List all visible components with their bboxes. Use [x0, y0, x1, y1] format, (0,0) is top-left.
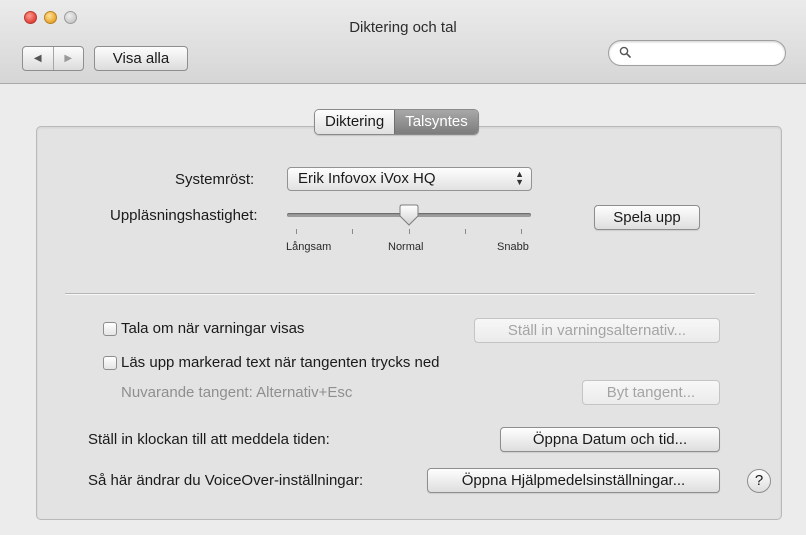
speaking-rate-label: Uppläsningshastighet:	[110, 207, 258, 224]
help-button[interactable]: ?	[747, 469, 771, 493]
system-voice-label: Systemröst:	[175, 171, 255, 188]
announce-alerts-checkbox[interactable]	[103, 322, 117, 336]
slider-tick	[409, 229, 410, 234]
voiceover-label: Så här ändrar du VoiceOver-inställningar…	[88, 472, 364, 489]
change-key-button[interactable]: Byt tangent...	[582, 380, 720, 405]
back-forward-control: ◀ ▶	[22, 46, 84, 71]
alert-options-button[interactable]: Ställ in varningsalternativ...	[474, 318, 720, 343]
open-accessibility-button[interactable]: Öppna Hjälpmedelsinställningar...	[427, 468, 720, 493]
search-icon	[619, 46, 631, 58]
search-field[interactable]	[608, 40, 786, 66]
play-button[interactable]: Spela upp	[594, 205, 700, 230]
forward-arrow-icon: ▶	[64, 53, 73, 64]
slider-tick	[352, 229, 353, 234]
system-voice-value: Erik Infovox iVox HQ	[298, 170, 436, 187]
show-all-button[interactable]: Visa alla	[94, 46, 188, 71]
rate-mid-label: Normal	[388, 241, 424, 253]
speak-selection-label[interactable]: Läs upp markerad text när tangenten tryc…	[121, 354, 440, 371]
clock-label: Ställ in klockan till att meddela tiden:	[88, 431, 330, 448]
back-arrow-icon: ◀	[33, 53, 42, 64]
tab-dictation[interactable]: Diktering	[315, 110, 395, 134]
popup-arrows-icon: ▲ ▼	[515, 169, 524, 187]
window-title: Diktering och tal	[349, 19, 457, 36]
speak-selection-checkbox[interactable]	[103, 356, 117, 370]
rate-max-label: Snabb	[497, 241, 529, 253]
toolbar: Diktering och tal ◀ ▶ Visa alla	[0, 0, 806, 84]
tab-text-to-speech[interactable]: Talsyntes	[394, 110, 478, 134]
tab-bar: Diktering Talsyntes	[314, 109, 479, 135]
rate-min-label: Långsam	[286, 241, 332, 253]
section-divider	[65, 293, 755, 294]
slider-tick	[465, 229, 466, 234]
back-button[interactable]: ◀	[23, 47, 54, 70]
system-voice-popup[interactable]: Erik Infovox iVox HQ ▲ ▼	[287, 167, 532, 191]
open-date-time-button[interactable]: Öppna Datum och tid...	[500, 427, 720, 452]
preferences-window: Diktering och tal ◀ ▶ Visa alla Dikterin…	[0, 0, 806, 535]
slider-knob[interactable]	[399, 204, 419, 226]
current-key-text: Nuvarande tangent: Alternativ+Esc	[121, 384, 353, 401]
slider-tick	[521, 229, 522, 234]
forward-button[interactable]: ▶	[54, 47, 84, 70]
announce-alerts-label[interactable]: Tala om när varningar visas	[121, 320, 304, 337]
slider-tick	[296, 229, 297, 234]
